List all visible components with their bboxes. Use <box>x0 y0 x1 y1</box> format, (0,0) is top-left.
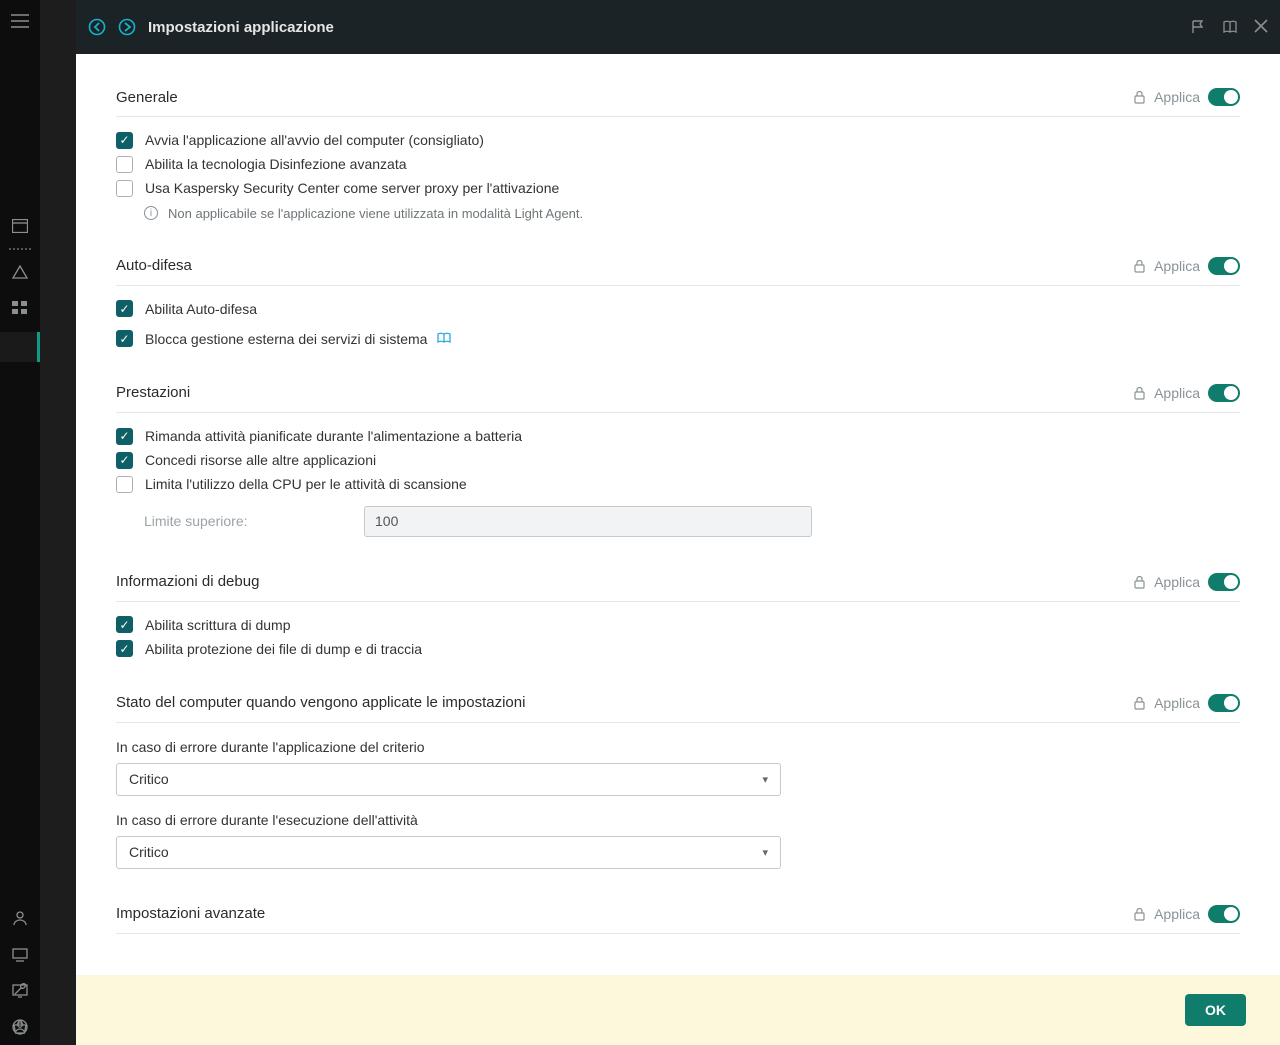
toggle-selfdefense[interactable] <box>1208 257 1240 275</box>
section-computer-state: Stato del computer quando vengono applic… <box>116 694 1240 869</box>
checkbox-enable-selfdef[interactable] <box>116 300 133 317</box>
section-title: Stato del computer quando vengono applic… <box>116 694 525 711</box>
section-title: Prestazioni <box>116 384 190 401</box>
section-title: Impostazioni avanzate <box>116 905 265 922</box>
checkbox-autostart[interactable] <box>116 132 133 149</box>
toggle-state[interactable] <box>1208 694 1240 712</box>
section-title: Informazioni di debug <box>116 573 259 590</box>
limit-label: Limite superiore: <box>144 513 364 529</box>
limit-input[interactable] <box>364 506 812 537</box>
apply-label: Applica <box>1154 258 1200 274</box>
window-icon[interactable] <box>12 219 28 233</box>
checkbox-label: Abilita scrittura di dump <box>145 616 291 634</box>
back-circle-icon[interactable] <box>88 18 106 36</box>
book-icon[interactable] <box>1222 19 1238 35</box>
dd-value: Critico <box>129 771 169 787</box>
left-rail <box>0 0 40 1045</box>
checkbox-dump[interactable] <box>116 616 133 633</box>
checkbox-battery[interactable] <box>116 428 133 445</box>
dd-policy-error[interactable]: Critico ▾ <box>116 763 781 796</box>
checkbox-label: Usa Kaspersky Security Center come serve… <box>145 179 559 197</box>
dd-value: Critico <box>129 844 169 860</box>
panel-header: Impostazioni applicazione <box>76 0 1280 54</box>
section-title: Auto-difesa <box>116 257 192 274</box>
device-icon[interactable] <box>12 948 28 962</box>
settings-panel: Impostazioni applicazione Generale <box>76 0 1280 1045</box>
checkbox-label: Rimanda attività pianificate durante l'a… <box>145 427 522 445</box>
checkbox-label: Limita l'utilizzo della CPU per le attiv… <box>145 475 467 493</box>
header-circle-icon[interactable] <box>118 18 136 36</box>
checkbox-label: Abilita la tecnologia Disinfezione avanz… <box>145 155 407 173</box>
section-advanced: Impostazioni avanzate Applica <box>116 905 1240 934</box>
checkbox-block-external[interactable] <box>116 330 133 347</box>
lock-icon <box>1133 386 1146 400</box>
toggle-general[interactable] <box>1208 88 1240 106</box>
menu-icon[interactable] <box>11 14 29 28</box>
account-icon[interactable] <box>12 1019 28 1035</box>
section-selfdefense: Auto-difesa Applica Abilita Auto-difesa … <box>116 257 1240 348</box>
flag-icon[interactable] <box>1190 19 1206 35</box>
toggle-debug[interactable] <box>1208 573 1240 591</box>
apply-label: Applica <box>1154 89 1200 105</box>
help-book-icon[interactable] <box>433 331 451 347</box>
close-icon[interactable] <box>1254 19 1268 35</box>
chevron-down-icon: ▾ <box>762 773 768 786</box>
section-general: Generale Applica Avvia l'applicazione al… <box>116 88 1240 221</box>
wrench-icon[interactable] <box>12 981 28 997</box>
info-text: Non applicabile se l'applicazione viene … <box>168 206 583 221</box>
apply-label: Applica <box>1154 574 1200 590</box>
modal-scrim <box>40 0 76 1045</box>
info-icon: i <box>144 206 158 220</box>
checkbox-ksc-proxy[interactable] <box>116 180 133 197</box>
chevron-down-icon: ▾ <box>762 846 768 859</box>
apply-label: Applica <box>1154 906 1200 922</box>
rail-separator <box>9 248 31 250</box>
apply-label: Applica <box>1154 695 1200 711</box>
checkbox-cpu-limit[interactable] <box>116 476 133 493</box>
panel-title: Impostazioni applicazione <box>148 19 334 36</box>
checkbox-label: Abilita protezione dei file di dump e di… <box>145 640 422 658</box>
lock-icon <box>1133 575 1146 589</box>
lock-icon <box>1133 259 1146 273</box>
dd-task-error[interactable]: Critico ▾ <box>116 836 781 869</box>
toggle-advanced[interactable] <box>1208 905 1240 923</box>
panel-body: Generale Applica Avvia l'applicazione al… <box>76 54 1280 1045</box>
alert-icon[interactable] <box>12 265 28 279</box>
checkbox-protect-dump[interactable] <box>116 640 133 657</box>
checkbox-label: Concedi risorse alle altre applicazioni <box>145 451 376 469</box>
user-icon[interactable] <box>12 910 28 926</box>
checkbox-adv-disinfect[interactable] <box>116 156 133 173</box>
dd1-label: In caso di errore durante l'applicazione… <box>116 739 1240 755</box>
section-performance: Prestazioni Applica Rimanda attività pia… <box>116 384 1240 537</box>
section-debug: Informazioni di debug Applica Abilita sc… <box>116 573 1240 658</box>
dd2-label: In caso di errore durante l'esecuzione d… <box>116 812 1240 828</box>
tree-icon[interactable] <box>12 301 28 315</box>
section-title: Generale <box>116 89 178 106</box>
toggle-performance[interactable] <box>1208 384 1240 402</box>
lock-icon <box>1133 907 1146 921</box>
checkbox-label: Avvia l'applicazione all'avvio del compu… <box>145 131 484 149</box>
lock-icon <box>1133 696 1146 710</box>
checkbox-concede[interactable] <box>116 452 133 469</box>
checkbox-label: Abilita Auto-difesa <box>145 300 257 318</box>
rail-active-indicator <box>0 332 40 362</box>
panel-footer: OK <box>76 975 1280 1045</box>
info-line: i Non applicabile se l'applicazione vien… <box>144 206 1240 221</box>
ok-button[interactable]: OK <box>1185 994 1246 1026</box>
lock-icon <box>1133 90 1146 104</box>
apply-label: Applica <box>1154 385 1200 401</box>
checkbox-label: Blocca gestione esterna dei servizi di s… <box>145 330 451 348</box>
